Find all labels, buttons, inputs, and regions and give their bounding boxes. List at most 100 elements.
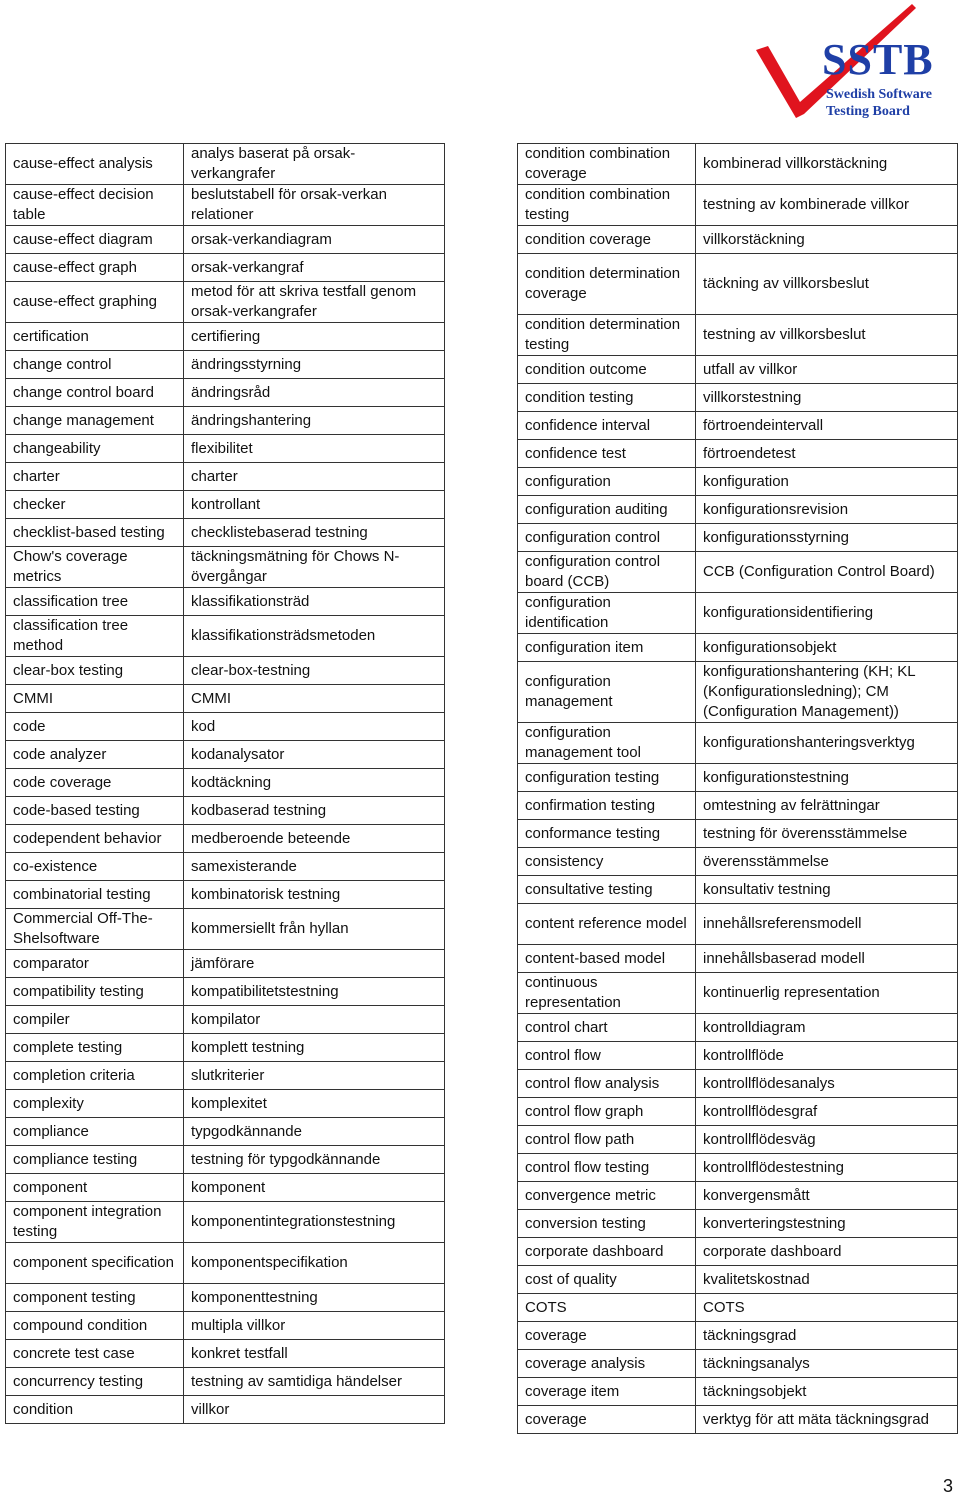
table-row: condition determination coverage täckning… xyxy=(517,253,958,315)
term-english: compatibility testing xyxy=(5,977,184,1006)
table-row: change control board ändringsråd xyxy=(5,378,445,407)
term-swedish: samexisterande xyxy=(183,852,445,881)
term-swedish: corporate dashboard xyxy=(695,1237,958,1266)
table-row: concurrency testing testning av samtidiga… xyxy=(5,1367,445,1396)
table-row: code coverage kodtäckning xyxy=(5,768,445,797)
term-english: compound condition xyxy=(5,1311,184,1340)
term-english: codependent behavior xyxy=(5,824,184,853)
term-swedish: certifiering xyxy=(183,322,445,351)
term-english: condition xyxy=(5,1395,184,1424)
table-row: code kod xyxy=(5,712,445,741)
page-number: 3 xyxy=(943,1476,954,1496)
table-row: condition combination testing testning av… xyxy=(517,184,958,226)
table-row: convergence metric konvergensmått xyxy=(517,1181,958,1210)
table-row: condition testing villkorstestning xyxy=(517,383,958,412)
table-row: configuration item konfigurationsobjekt xyxy=(517,633,958,662)
term-english: condition determination coverage xyxy=(517,253,696,315)
term-swedish: komponent xyxy=(183,1173,445,1202)
table-row: checker kontrollant xyxy=(5,490,445,519)
term-english: confidence interval xyxy=(517,411,696,440)
term-swedish: kommersiellt från hyllan xyxy=(183,908,445,950)
table-row: Chow's coverage metrics täckningsmätning … xyxy=(5,546,445,588)
term-swedish: villkorstäckning xyxy=(695,225,958,254)
table-row: condition coverage villkorstäckning xyxy=(517,225,958,254)
table-row: cost of quality kvalitetskostnad xyxy=(517,1265,958,1294)
term-swedish: ändringsstyrning xyxy=(183,350,445,379)
term-swedish: medberoende beteende xyxy=(183,824,445,853)
table-row: change management ändringshantering xyxy=(5,406,445,435)
term-swedish: slutkriterier xyxy=(183,1061,445,1090)
term-english: condition outcome xyxy=(517,355,696,384)
term-english: compiler xyxy=(5,1005,184,1034)
term-swedish: täckningsmätning för Chows N-övergångar xyxy=(183,546,445,588)
term-english: change management xyxy=(5,406,184,435)
table-row: component komponent xyxy=(5,1173,445,1202)
table-row: charter charter xyxy=(5,462,445,491)
term-english: coverage xyxy=(517,1405,696,1434)
table-row: content-based model innehållsbaserad mode… xyxy=(517,944,958,973)
term-english: cause-effect analysis xyxy=(5,143,184,185)
table-row: compliance testing testning för typgodkän… xyxy=(5,1145,445,1174)
term-english: configuration item xyxy=(517,633,696,662)
term-english: coverage xyxy=(517,1321,696,1350)
term-swedish: CCB (Configuration Control Board) xyxy=(695,551,958,593)
term-swedish: kompatibilitetstestning xyxy=(183,977,445,1006)
term-swedish: kontrollflödesanalys xyxy=(695,1069,958,1098)
table-row: condition outcome utfall av villkor xyxy=(517,355,958,384)
term-swedish: innehållsbaserad modell xyxy=(695,944,958,973)
term-swedish: testning av kombinerade villkor xyxy=(695,184,958,226)
term-english: confidence test xyxy=(517,439,696,468)
term-english: control flow testing xyxy=(517,1153,696,1182)
term-swedish: täckningsobjekt xyxy=(695,1377,958,1406)
term-swedish: flexibilitet xyxy=(183,434,445,463)
term-english: configuration testing xyxy=(517,763,696,792)
table-row: completion criteria slutkriterier xyxy=(5,1061,445,1090)
term-english: compliance testing xyxy=(5,1145,184,1174)
table-row: configuration auditing konfigurationsrevi… xyxy=(517,495,958,524)
term-english: confirmation testing xyxy=(517,791,696,820)
table-row: configuration control board (CCB) CCB (Co… xyxy=(517,551,958,593)
table-row: component specification komponentspecifik… xyxy=(5,1242,445,1284)
term-swedish: utfall av villkor xyxy=(695,355,958,384)
table-row: component integration testing komponentin… xyxy=(5,1201,445,1243)
term-english: cause-effect graph xyxy=(5,253,184,282)
table-row: control flow path kontrollflödesväg xyxy=(517,1125,958,1154)
term-swedish: konfigurationshanteringsverktyg xyxy=(695,722,958,764)
term-swedish: konfiguration xyxy=(695,467,958,496)
term-english: content reference model xyxy=(517,903,696,945)
term-english: cause-effect graphing xyxy=(5,281,184,323)
term-english: condition determination testing xyxy=(517,314,696,356)
table-row: conformance testing testning för överenss… xyxy=(517,819,958,848)
term-swedish: kombinatorisk testning xyxy=(183,880,445,909)
term-english: classification tree method xyxy=(5,615,184,657)
term-swedish: testning för överensstämmelse xyxy=(695,819,958,848)
term-english: coverage analysis xyxy=(517,1349,696,1378)
term-swedish: kontrolldiagram xyxy=(695,1013,958,1042)
term-english: configuration management tool xyxy=(517,722,696,764)
term-swedish: konvergensmått xyxy=(695,1181,958,1210)
term-english: corporate dashboard xyxy=(517,1237,696,1266)
term-english: coverage item xyxy=(517,1377,696,1406)
term-english: configuration auditing xyxy=(517,495,696,524)
logo-title: SSTB xyxy=(822,35,934,84)
term-swedish: innehållsreferensmodell xyxy=(695,903,958,945)
term-english: Chow's coverage metrics xyxy=(5,546,184,588)
term-swedish: kombinerad villkorstäckning xyxy=(695,143,958,185)
term-swedish: konfigurationshantering (KH; KL (Konfigu… xyxy=(695,661,958,723)
table-row: comparator jämförare xyxy=(5,949,445,978)
term-english: classification tree xyxy=(5,587,184,616)
table-row: coverage täckningsgrad xyxy=(517,1321,958,1350)
term-english: charter xyxy=(5,462,184,491)
term-swedish: kompilator xyxy=(183,1005,445,1034)
term-english: combinatorial testing xyxy=(5,880,184,909)
term-swedish: kontinuerlig representation xyxy=(695,972,958,1014)
table-row: confidence test förtroendetest xyxy=(517,439,958,468)
term-swedish: förtroendeintervall xyxy=(695,411,958,440)
term-swedish: klassifikationsträd xyxy=(183,587,445,616)
term-swedish: analys baserat på orsak-verkangrafer xyxy=(183,143,445,185)
term-english: configuration management xyxy=(517,661,696,723)
term-english: condition combination coverage xyxy=(517,143,696,185)
term-english: conversion testing xyxy=(517,1209,696,1238)
table-row: classification tree klassifikationsträd xyxy=(5,587,445,616)
term-swedish: metod för att skriva testfall genom orsa… xyxy=(183,281,445,323)
